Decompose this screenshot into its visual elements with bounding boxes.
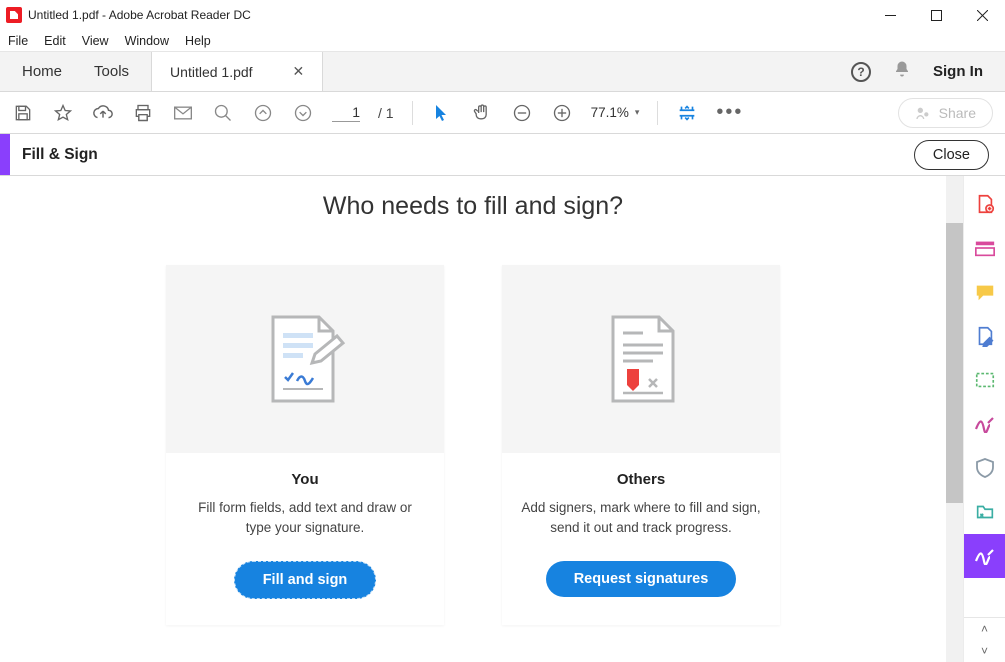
fit-width-icon[interactable]: [676, 102, 698, 124]
tool-title: Fill & Sign: [10, 146, 98, 164]
tab-close-icon[interactable]: ✕: [293, 63, 305, 80]
menu-file[interactable]: File: [8, 34, 28, 48]
hand-icon[interactable]: [471, 102, 493, 124]
card-you-desc: Fill form fields, add text and draw or t…: [184, 498, 426, 537]
zoom-out-icon[interactable]: [511, 102, 533, 124]
share-button[interactable]: Share: [898, 98, 993, 128]
save-icon[interactable]: [12, 102, 34, 124]
menu-bar: File Edit View Window Help: [0, 30, 1005, 52]
window-title: Untitled 1.pdf - Adobe Acrobat Reader DC: [28, 8, 251, 22]
print-icon[interactable]: [132, 102, 154, 124]
close-tool-button[interactable]: Close: [914, 140, 989, 170]
notifications-icon[interactable]: [893, 60, 911, 83]
page-total-label: / 1: [378, 105, 394, 121]
fill-and-sign-button[interactable]: Fill and sign: [234, 561, 377, 599]
page-number-input[interactable]: [332, 104, 360, 122]
export-pdf-icon[interactable]: [964, 182, 1005, 226]
main-heading: Who needs to fill and sign?: [323, 192, 623, 221]
fill-sign-icon[interactable]: [964, 534, 1005, 578]
comment-icon[interactable]: [964, 270, 1005, 314]
scroll-up-arrow[interactable]: [946, 176, 963, 193]
card-others-illustration: [502, 265, 780, 453]
page-down-icon[interactable]: [292, 102, 314, 124]
document-tab[interactable]: Untitled 1.pdf ✕: [151, 52, 323, 91]
page-up-icon[interactable]: [252, 102, 274, 124]
card-you-title: You: [184, 471, 426, 488]
document-area: Who needs to fill and sign?: [0, 176, 946, 662]
pane-scroll-up[interactable]: ˄: [964, 618, 1005, 640]
accent-bar: [0, 134, 10, 175]
card-others-desc: Add signers, mark where to fill and sign…: [520, 498, 762, 537]
share-label: Share: [939, 105, 976, 121]
window-title-bar: Untitled 1.pdf - Adobe Acrobat Reader DC: [0, 0, 1005, 30]
edit-pdf-icon[interactable]: [964, 314, 1005, 358]
mail-icon[interactable]: [172, 102, 194, 124]
maximize-button[interactable]: [913, 0, 959, 30]
pane-scroll-down[interactable]: ˅: [964, 640, 1005, 662]
sign-in-link[interactable]: Sign In: [933, 63, 983, 80]
tab-bar: Home Tools Untitled 1.pdf ✕ ? Sign In: [0, 52, 1005, 92]
request-signatures-button[interactable]: Request signatures: [546, 561, 737, 597]
tool-sub-bar: Fill & Sign Close: [0, 134, 1005, 176]
card-you-illustration: [166, 265, 444, 453]
organize-icon[interactable]: [964, 358, 1005, 402]
menu-view[interactable]: View: [82, 34, 109, 48]
compress-icon[interactable]: [964, 490, 1005, 534]
protect-icon[interactable]: [964, 446, 1005, 490]
menu-window[interactable]: Window: [125, 34, 169, 48]
help-icon[interactable]: ?: [851, 62, 871, 82]
right-tool-pane: ˄ ˅: [963, 176, 1005, 662]
card-others: Others Add signers, mark where to fill a…: [502, 265, 780, 625]
menu-help[interactable]: Help: [185, 34, 211, 48]
document-tab-label: Untitled 1.pdf: [170, 64, 253, 80]
vertical-scrollbar[interactable]: [946, 176, 963, 662]
cloud-upload-icon[interactable]: [92, 102, 114, 124]
sign-icon[interactable]: [964, 402, 1005, 446]
star-icon[interactable]: [52, 102, 74, 124]
more-tools-icon[interactable]: •••: [716, 101, 743, 124]
pointer-icon[interactable]: [431, 102, 453, 124]
main-toolbar: / 1 77.1% ••• Share: [0, 92, 1005, 134]
card-you: You Fill form fields, add text and draw …: [166, 265, 444, 625]
create-pdf-icon[interactable]: [964, 226, 1005, 270]
app-icon: [6, 7, 22, 23]
card-others-title: Others: [520, 471, 762, 488]
search-icon[interactable]: [212, 102, 234, 124]
minimize-button[interactable]: [867, 0, 913, 30]
menu-edit[interactable]: Edit: [44, 34, 66, 48]
tab-tools[interactable]: Tools: [94, 63, 129, 80]
scroll-thumb[interactable]: [946, 223, 963, 503]
zoom-in-icon[interactable]: [551, 102, 573, 124]
close-window-button[interactable]: [959, 0, 1005, 30]
zoom-dropdown[interactable]: 77.1%: [591, 105, 640, 120]
tab-home[interactable]: Home: [22, 63, 62, 80]
